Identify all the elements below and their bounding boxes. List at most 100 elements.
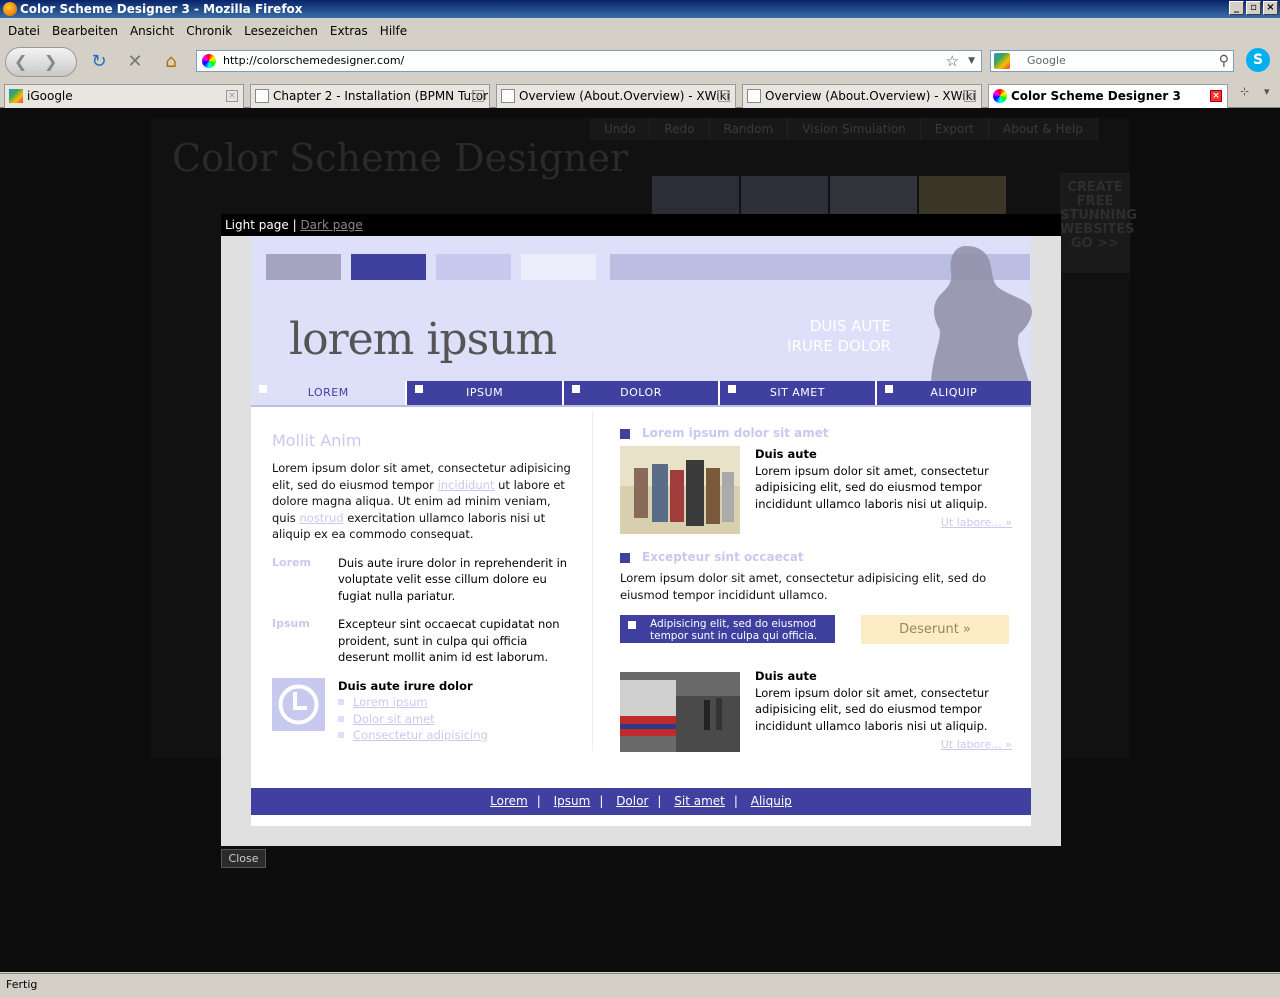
right-column: Lorem ipsum dolor sit amet Duis aute Lor… xyxy=(620,426,1012,758)
tab-dropdown-icon[interactable]: ▾ xyxy=(1264,85,1270,98)
menu-chronik[interactable]: Chronik xyxy=(180,24,238,38)
light-page-tab[interactable]: Light page xyxy=(225,218,289,232)
forward-arrow-icon[interactable]: ❯ xyxy=(44,52,57,71)
tab-label: Chapter 2 - Installation (BPMN Tutorial.… xyxy=(273,89,490,103)
menu-lesezeichen[interactable]: Lesezeichen xyxy=(238,24,324,38)
nav-label: LOREM xyxy=(307,386,349,399)
column-divider xyxy=(592,411,593,751)
close-tab-icon[interactable]: × xyxy=(472,90,484,102)
menu-hilfe[interactable]: Hilfe xyxy=(374,24,413,38)
bg-menu-item: Undo xyxy=(590,118,651,140)
item-text: Lorem ipsum dolor sit amet, consectetur … xyxy=(755,463,989,511)
tab-xwiki-2[interactable]: Overview (About.Overview) - XWiki × xyxy=(742,84,982,108)
page-icon xyxy=(255,89,269,103)
link-lorem-ipsum[interactable]: Lorem ipsum xyxy=(338,694,572,711)
bg-swatch xyxy=(919,176,1006,216)
menu-extras[interactable]: Extras xyxy=(324,24,374,38)
url-input[interactable]: http://colorschemedesigner.com/ ☆ ▼ xyxy=(196,50,982,72)
nav-label: DOLOR xyxy=(620,386,662,399)
right-heading-1: Lorem ipsum dolor sit amet xyxy=(620,426,1012,440)
modal-header: Light page | Dark page xyxy=(221,214,1061,236)
preview-logo: lorem ipsum xyxy=(289,314,557,365)
definition-list: Lorem Duis aute irure dolor in reprehend… xyxy=(272,555,572,666)
restore-button[interactable]: ▫ xyxy=(1246,1,1261,15)
train-photo xyxy=(620,672,740,752)
minimize-button[interactable]: _ xyxy=(1229,1,1244,15)
definition-key: Lorem xyxy=(272,555,311,569)
window-controls: _ ▫ × xyxy=(1229,1,1278,15)
close-tab-icon[interactable]: × xyxy=(226,90,238,102)
footer-link-lorem[interactable]: Lorem xyxy=(490,794,528,808)
nav-item-sit-amet[interactable]: SIT AMET xyxy=(720,381,877,405)
list-all-tabs-icon[interactable]: ⊹ xyxy=(1240,85,1249,98)
nav-item-dolor[interactable]: DOLOR xyxy=(563,381,721,405)
nav-item-lorem[interactable]: LOREM xyxy=(251,381,408,405)
back-arrow-icon[interactable]: ❮ xyxy=(14,52,27,71)
close-modal-button[interactable]: Close xyxy=(221,849,266,868)
home-icon[interactable]: ⌂ xyxy=(156,47,186,77)
close-tab-icon[interactable]: × xyxy=(718,90,730,102)
google-engine-icon[interactable] xyxy=(994,53,1010,69)
url-dropdown-icon[interactable]: ▼ xyxy=(968,51,975,71)
close-tab-icon[interactable]: × xyxy=(964,90,976,102)
preview-page: lorem ipsum DUIS AUTE IRURE DOLOR LOREM … xyxy=(251,236,1032,826)
status-text: Fertig xyxy=(6,978,38,991)
right-paragraph: Lorem ipsum dolor sit amet, consectetur … xyxy=(620,571,987,602)
bg-menu-item: Random xyxy=(709,118,789,140)
intro-paragraph: Lorem ipsum dolor sit amet, consectetur … xyxy=(272,460,572,543)
nav-label: SIT AMET xyxy=(769,386,825,399)
nav-label: ALIQUIP xyxy=(930,386,978,399)
footer-link-ipsum[interactable]: Ipsum xyxy=(554,794,591,808)
bg-swatch xyxy=(652,176,739,216)
nav-item-aliquip[interactable]: ALIQUIP xyxy=(876,381,1032,405)
nav-underline xyxy=(251,405,1031,407)
bg-menu-item: Export xyxy=(920,118,990,140)
search-input[interactable]: Google ⚲ xyxy=(990,50,1234,72)
link-consectetur[interactable]: Consectetur adipisicing xyxy=(338,727,572,744)
footer-link-sit-amet[interactable]: Sit amet xyxy=(674,794,725,808)
tab-igoogle[interactable]: iGoogle × xyxy=(4,84,244,108)
site-favicon-icon xyxy=(993,89,1007,103)
bookmark-star-icon[interactable]: ☆ xyxy=(946,51,959,71)
bg-menu-item: Redo xyxy=(650,118,710,140)
reload-icon[interactable]: ↻ xyxy=(84,47,114,77)
nav-item-ipsum[interactable]: IPSUM xyxy=(407,381,564,405)
footer-link-dolor[interactable]: Dolor xyxy=(616,794,648,808)
more-link[interactable]: Ut labore... » xyxy=(755,737,1012,754)
link-dolor-sit-amet[interactable]: Dolor sit amet xyxy=(338,711,572,728)
bg-swatch xyxy=(741,176,828,216)
menu-datei[interactable]: Datei xyxy=(2,24,46,38)
navigation-toolbar: ❮ ❯ ↻ ✕ ⌂ http://colorschemedesigner.com… xyxy=(0,43,1280,81)
status-bar: Fertig xyxy=(0,973,1280,998)
header-swatch xyxy=(521,254,596,280)
close-tab-icon[interactable]: × xyxy=(1210,90,1222,102)
skype-icon[interactable]: S xyxy=(1246,48,1270,72)
footer-separator: | xyxy=(733,794,738,808)
close-window-button[interactable]: × xyxy=(1263,1,1278,15)
dark-page-tab[interactable]: Dark page xyxy=(300,218,362,232)
incididunt-link[interactable]: incididunt xyxy=(438,478,495,492)
left-column: Mollit Anim Lorem ipsum dolor sit amet, … xyxy=(272,431,572,744)
preview-tagline: DUIS AUTE IRURE DOLOR xyxy=(787,316,891,356)
stop-icon[interactable]: ✕ xyxy=(120,47,150,77)
header-swatch xyxy=(436,254,511,280)
tab-bar: iGoogle × Chapter 2 - Installation (BPMN… xyxy=(0,82,1280,108)
page-icon xyxy=(747,89,761,103)
tab-label: Overview (About.Overview) - XWiki xyxy=(519,89,730,103)
tagline-line: DUIS AUTE xyxy=(809,317,891,335)
tagline-line: IRURE DOLOR xyxy=(787,337,891,355)
tab-label: Color Scheme Designer 3 xyxy=(1011,89,1181,103)
footer-link-aliquip[interactable]: Aliquip xyxy=(751,794,792,808)
deserunt-button[interactable]: Deserunt » xyxy=(861,615,1009,644)
nostrud-link[interactable]: nostrud xyxy=(299,511,343,525)
tab-xwiki-1[interactable]: Overview (About.Overview) - XWiki × xyxy=(496,84,736,108)
nav-label: IPSUM xyxy=(466,386,504,399)
tab-bpmn[interactable]: Chapter 2 - Installation (BPMN Tutorial.… xyxy=(250,84,490,108)
search-icon[interactable]: ⚲ xyxy=(1219,51,1229,71)
menu-ansicht[interactable]: Ansicht xyxy=(124,24,180,38)
menu-bar: Datei Bearbeiten Ansicht Chronik Lesezei… xyxy=(0,20,1280,42)
menu-bearbeiten[interactable]: Bearbeiten xyxy=(46,24,124,38)
tab-color-scheme[interactable]: Color Scheme Designer 3 × xyxy=(988,84,1228,108)
firefox-icon xyxy=(3,2,17,16)
more-link[interactable]: Ut labore... » xyxy=(755,515,1012,532)
